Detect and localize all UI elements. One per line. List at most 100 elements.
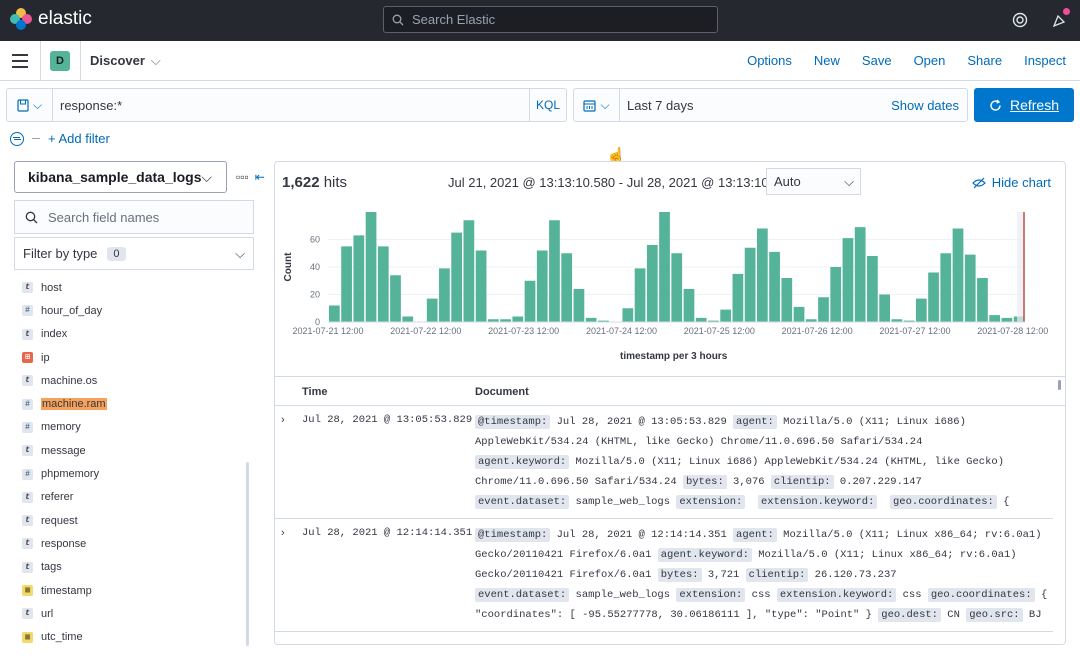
index-pattern-picker[interactable]: kibana_sample_data_logs ⌵ xyxy=(14,161,227,193)
help-icon[interactable] xyxy=(1010,10,1030,30)
string-type-icon: t xyxy=(22,561,33,573)
show-dates-link[interactable]: Show dates xyxy=(891,98,959,113)
field-name: url xyxy=(41,607,54,620)
document-line: event.dataset: sample_web_logs extension… xyxy=(475,492,1053,512)
field-item-request[interactable]: t request xyxy=(14,509,249,532)
field-item-hour_of_day[interactable]: # hour_of_day xyxy=(14,299,249,322)
histogram-bar xyxy=(867,256,878,322)
histogram-bar xyxy=(426,298,438,322)
add-filter-button[interactable]: + Add filter xyxy=(48,131,110,146)
histogram-bar xyxy=(989,315,1001,322)
query-input[interactable]: response:* xyxy=(60,98,122,113)
histogram-bar xyxy=(439,268,450,322)
collapse-sidebar-icon[interactable]: ⇤ xyxy=(255,170,265,184)
field-key: extension: xyxy=(676,495,746,509)
x-tick-label: 2021-07-27 12:00 xyxy=(879,326,950,336)
document-line: "coordinates": [ -95.55277778, 30.061861… xyxy=(475,605,1053,625)
filter-bar: + Add filter xyxy=(10,131,110,146)
ip-type-icon: ⊞ xyxy=(22,352,33,364)
save-link[interactable]: Save xyxy=(862,53,892,68)
number-type-icon: # xyxy=(22,305,33,317)
string-type-icon: t xyxy=(22,515,33,527)
hide-chart-button[interactable]: Hide chart xyxy=(971,175,1051,190)
filter-options-icon[interactable] xyxy=(10,131,24,146)
field-item-ip[interactable]: ⊞ ip xyxy=(14,346,249,369)
chevron-down-icon: ⌵ xyxy=(32,97,43,112)
share-link[interactable]: Share xyxy=(967,53,1002,68)
field-item-url[interactable]: t url xyxy=(14,602,249,625)
field-item-timestamp[interactable]: ▦ timestamp xyxy=(14,579,249,602)
chevron-down-icon: ⌵ xyxy=(235,246,245,261)
calendar-icon xyxy=(583,99,597,112)
query-language-button[interactable]: KQL xyxy=(529,89,566,121)
breadcrumb[interactable]: Discover ⌵ xyxy=(90,53,161,69)
document-line: agent.keyword: Mozilla/5.0 (X11; Linux i… xyxy=(475,452,1053,472)
field-item-memory[interactable]: # memory xyxy=(14,416,249,439)
new-link[interactable]: New xyxy=(814,53,840,68)
field-value: { xyxy=(996,496,1010,508)
histogram-bar xyxy=(463,220,475,322)
histogram-bar xyxy=(475,250,487,322)
open-link[interactable]: Open xyxy=(914,53,946,68)
field-item-message[interactable]: t message xyxy=(14,439,249,462)
table-row[interactable]: › Jul 28, 2021 @ 13:05:53.829 @timestamp: … xyxy=(275,406,1053,519)
interval-select[interactable]: Auto ⌵ xyxy=(766,168,861,195)
histogram-bar xyxy=(341,246,352,322)
elastic-logo[interactable]: elastic xyxy=(10,8,92,30)
field-list: t host # hour_of_day t index ⊞ ip t machine.os # ma… xyxy=(14,276,249,649)
field-search-input[interactable]: Search field names xyxy=(14,200,254,234)
global-search-input[interactable]: Search Elastic xyxy=(383,6,718,33)
newsfeed-icon[interactable] xyxy=(1050,8,1070,30)
space-avatar[interactable]: D xyxy=(50,51,70,71)
field-key: agent: xyxy=(733,415,777,429)
table-scrollbar[interactable] xyxy=(1058,380,1061,390)
y-tick-label: 20 xyxy=(310,290,320,300)
field-item-machine-ram[interactable]: # machine.ram xyxy=(14,392,249,415)
field-name: ip xyxy=(41,351,50,364)
field-item-host[interactable]: t host xyxy=(14,276,249,299)
menu-icon[interactable] xyxy=(12,54,28,68)
sidebar-scrollbar[interactable] xyxy=(246,462,249,646)
field-value: BJ xyxy=(1022,609,1042,621)
field-name: timestamp xyxy=(41,584,92,597)
field-key: extension.keyword: xyxy=(776,588,897,602)
x-tick-label: 2021-07-21 12:00 xyxy=(292,326,363,336)
table-row[interactable]: › Jul 28, 2021 @ 12:14:14.351 @timestamp: … xyxy=(275,519,1053,632)
number-type-icon: # xyxy=(22,421,33,433)
field-item-machine-os[interactable]: t machine.os xyxy=(14,369,249,392)
field-item-utc_time[interactable]: ▦ utc_time xyxy=(14,625,249,648)
inspect-link[interactable]: Inspect xyxy=(1024,53,1066,68)
date-range-value[interactable]: Last 7 days xyxy=(627,98,694,113)
field-key: event.dataset: xyxy=(475,588,570,602)
time-range-text: Jul 21, 2021 @ 13:13:10.580 - Jul 28, 20… xyxy=(448,175,794,190)
filter-by-type-dropdown[interactable]: Filter by type 0 ⌵ xyxy=(14,237,254,270)
field-name: phpmemory xyxy=(41,468,100,481)
refresh-icon xyxy=(990,99,1001,111)
string-type-icon: t xyxy=(22,328,33,340)
field-item-response[interactable]: t response xyxy=(14,532,249,555)
refresh-button[interactable]: Refresh xyxy=(974,88,1074,122)
more-options-icon[interactable]: ▫▫▫ xyxy=(236,170,249,184)
field-item-phpmemory[interactable]: # phpmemory xyxy=(14,462,249,485)
global-header: elastic Search Elastic xyxy=(0,0,1080,41)
document-line: AppleWebKit/534.24 (KHTML, like Gecko) C… xyxy=(475,432,1053,452)
field-item-referer[interactable]: t referer xyxy=(14,486,249,509)
query-bar: ⌵ response:* KQL xyxy=(6,88,567,122)
field-item-index[interactable]: t index xyxy=(14,323,249,346)
options-link[interactable]: Options xyxy=(747,53,792,68)
expand-row-icon[interactable]: › xyxy=(281,527,285,539)
field-key: clientip: xyxy=(745,568,809,582)
quick-select-button[interactable]: ⌵ xyxy=(574,89,620,121)
histogram-bar xyxy=(720,309,732,322)
column-header-time[interactable]: Time xyxy=(302,386,327,398)
histogram-bar xyxy=(377,246,389,322)
saved-query-button[interactable]: ⌵ xyxy=(7,89,53,121)
field-key: clientip: xyxy=(770,475,834,489)
document-line: Gecko/20110421 Firefox/6.0a1 bytes: 3,72… xyxy=(475,565,1053,585)
expand-row-icon[interactable]: › xyxy=(281,414,285,426)
field-item-tags[interactable]: t tags xyxy=(14,556,249,579)
histogram-chart[interactable]: 0204060Count2021-07-21 12:00 2021-07-22 1… xyxy=(275,202,1065,352)
histogram-bar xyxy=(671,253,683,322)
histogram-bar xyxy=(964,254,976,322)
histogram-bar xyxy=(561,253,573,322)
